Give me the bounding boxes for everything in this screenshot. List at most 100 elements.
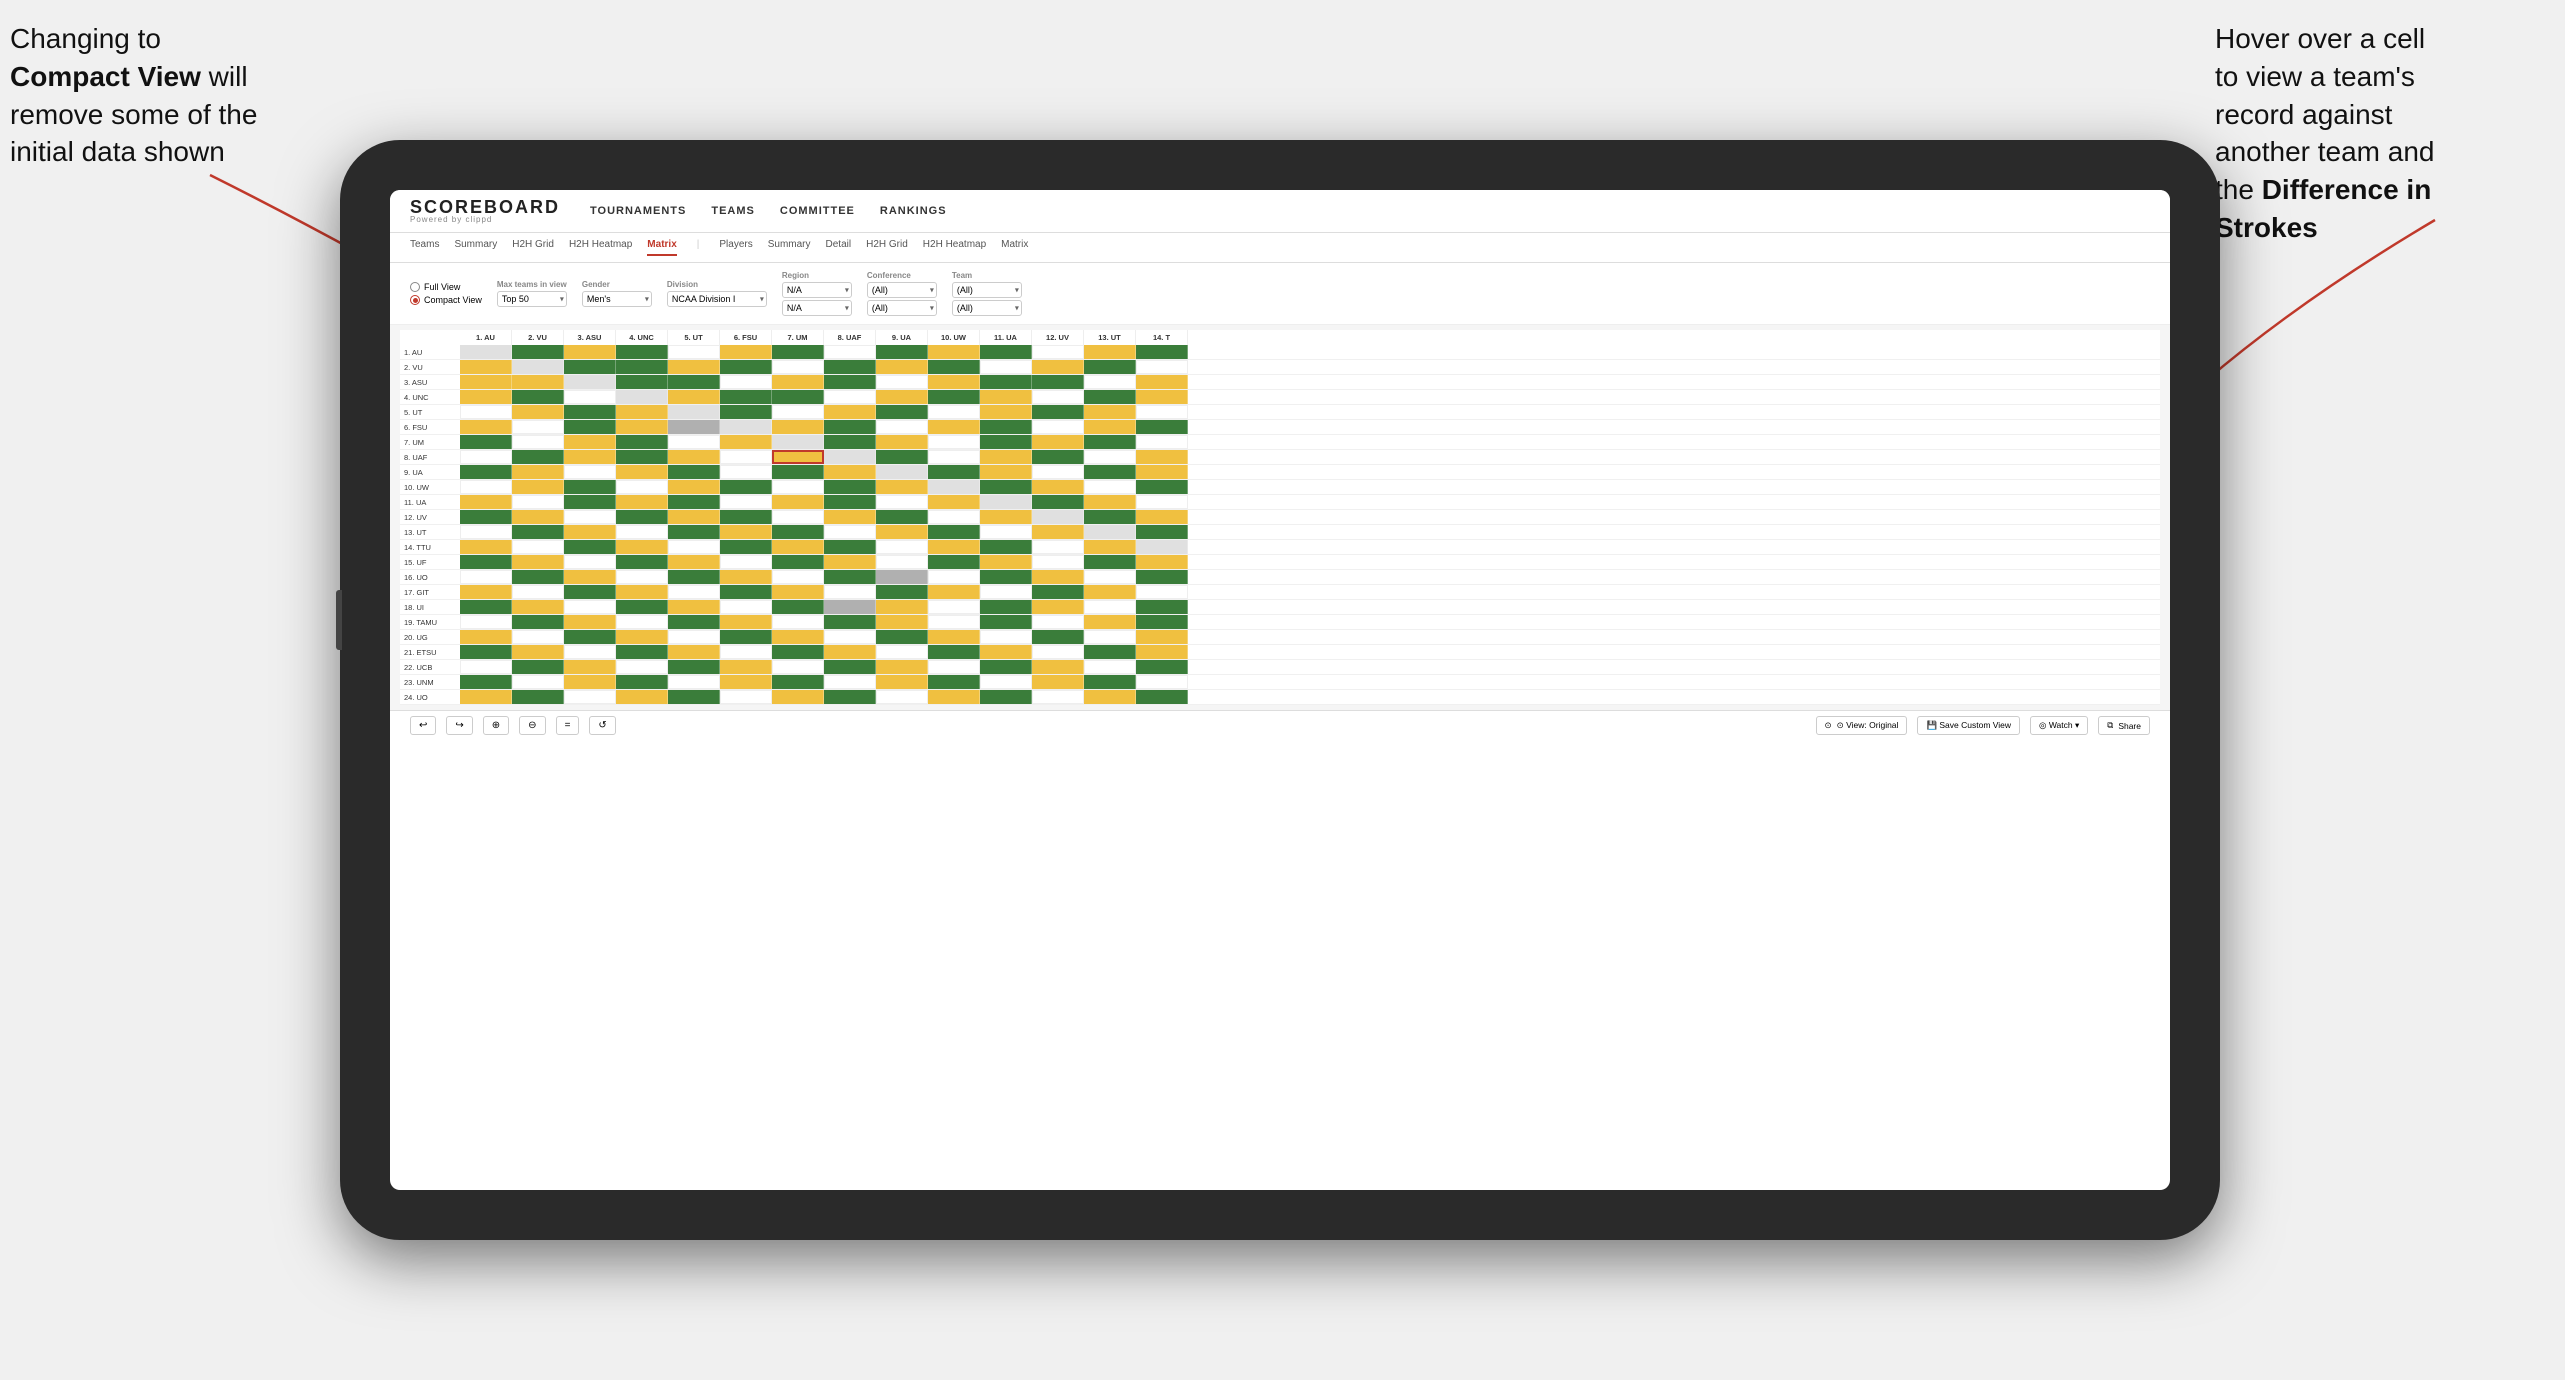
matrix-cell[interactable] [616,600,668,614]
matrix-cell[interactable] [460,600,512,614]
matrix-cell[interactable] [772,435,824,449]
matrix-cell[interactable] [512,570,564,584]
matrix-cell[interactable] [1032,525,1084,539]
undo-button[interactable]: ↩ [410,716,436,735]
matrix-cell[interactable] [1084,585,1136,599]
matrix-cell[interactable] [980,450,1032,464]
matrix-cell[interactable] [1084,525,1136,539]
matrix-cell[interactable] [460,420,512,434]
team-select1[interactable]: (All) [952,282,1022,298]
matrix-cell[interactable] [668,480,720,494]
matrix-cell[interactable] [564,375,616,389]
watch-button[interactable]: ◎ Watch ▾ [2030,716,2088,735]
matrix-cell[interactable] [876,675,928,689]
matrix-cell[interactable] [1084,645,1136,659]
matrix-cell[interactable] [928,615,980,629]
matrix-cell[interactable] [460,360,512,374]
matrix-cell[interactable] [1032,435,1084,449]
matrix-cell[interactable] [616,405,668,419]
matrix-cell[interactable] [1084,675,1136,689]
matrix-cell[interactable] [1032,570,1084,584]
matrix-cell[interactable] [564,510,616,524]
matrix-cell[interactable] [564,420,616,434]
matrix-cell[interactable] [1136,645,1188,659]
matrix-cell[interactable] [1032,420,1084,434]
matrix-cell[interactable] [928,405,980,419]
matrix-cell[interactable] [1032,585,1084,599]
matrix-cell[interactable] [616,420,668,434]
region-select2[interactable]: N/A [782,300,852,316]
matrix-cell[interactable] [512,465,564,479]
matrix-cell[interactable] [772,570,824,584]
matrix-cell[interactable] [772,555,824,569]
matrix-cell[interactable] [876,615,928,629]
matrix-cell[interactable] [876,660,928,674]
matrix-cell[interactable] [876,630,928,644]
matrix-cell[interactable] [1084,630,1136,644]
matrix-cell[interactable] [980,465,1032,479]
matrix-cell[interactable] [824,480,876,494]
matrix-cell[interactable] [772,645,824,659]
zoom-in-button[interactable]: ⊕ [483,716,509,735]
matrix-cell[interactable] [928,660,980,674]
matrix-cell[interactable] [876,540,928,554]
matrix-cell[interactable] [460,585,512,599]
matrix-cell[interactable] [1136,405,1188,419]
matrix-cell[interactable] [616,540,668,554]
compact-view-radio[interactable]: Compact View [410,295,482,305]
matrix-cell[interactable] [512,495,564,509]
matrix-cell[interactable] [512,345,564,359]
matrix-cell[interactable] [668,450,720,464]
matrix-cell[interactable] [928,345,980,359]
matrix-cell[interactable] [1032,360,1084,374]
matrix-cell[interactable] [772,480,824,494]
matrix-cell[interactable] [876,690,928,704]
matrix-cell[interactable] [980,690,1032,704]
matrix-cell[interactable] [824,675,876,689]
matrix-cell[interactable] [668,345,720,359]
matrix-cell[interactable] [1084,465,1136,479]
matrix-cell[interactable] [876,465,928,479]
matrix-cell[interactable] [876,420,928,434]
matrix-cell[interactable] [720,375,772,389]
gender-select[interactable]: Men's [582,291,652,307]
matrix-cell[interactable] [928,585,980,599]
reset-button[interactable]: ↺ [589,716,615,735]
matrix-cell[interactable] [772,675,824,689]
matrix-cell[interactable] [824,450,876,464]
nav-tournaments[interactable]: TOURNAMENTS [590,205,686,217]
subnav-players[interactable]: Players [719,239,752,256]
subnav-matrix1[interactable]: Matrix [647,239,676,256]
matrix-cell[interactable] [1136,585,1188,599]
full-view-radio[interactable]: Full View [410,282,482,292]
matrix-cell[interactable] [1084,345,1136,359]
matrix-cell[interactable] [512,480,564,494]
max-teams-select[interactable]: Top 50 [497,291,567,307]
matrix-cell[interactable] [512,540,564,554]
matrix-cell[interactable] [824,555,876,569]
matrix-cell[interactable] [564,615,616,629]
matrix-cell[interactable] [668,360,720,374]
matrix-cell[interactable] [564,600,616,614]
matrix-cell[interactable] [720,690,772,704]
matrix-cell[interactable] [928,465,980,479]
matrix-cell[interactable] [564,675,616,689]
matrix-cell[interactable] [1136,510,1188,524]
matrix-cell[interactable] [876,375,928,389]
matrix-cell[interactable] [1032,465,1084,479]
matrix-cell[interactable] [668,555,720,569]
matrix-cell[interactable] [720,495,772,509]
matrix-cell[interactable] [668,570,720,584]
matrix-cell[interactable] [876,570,928,584]
matrix-cell[interactable] [460,480,512,494]
view-original-button[interactable]: ⊙ ⊙ View: Original [1816,716,1908,735]
matrix-cell[interactable] [460,645,512,659]
matrix-cell[interactable] [668,660,720,674]
share-button[interactable]: ⧉ Share [2098,716,2150,735]
matrix-cell[interactable] [668,435,720,449]
matrix-cell[interactable] [512,390,564,404]
matrix-cell[interactable] [564,345,616,359]
matrix-cell[interactable] [1136,375,1188,389]
matrix-cell[interactable] [824,570,876,584]
matrix-cell[interactable] [824,360,876,374]
